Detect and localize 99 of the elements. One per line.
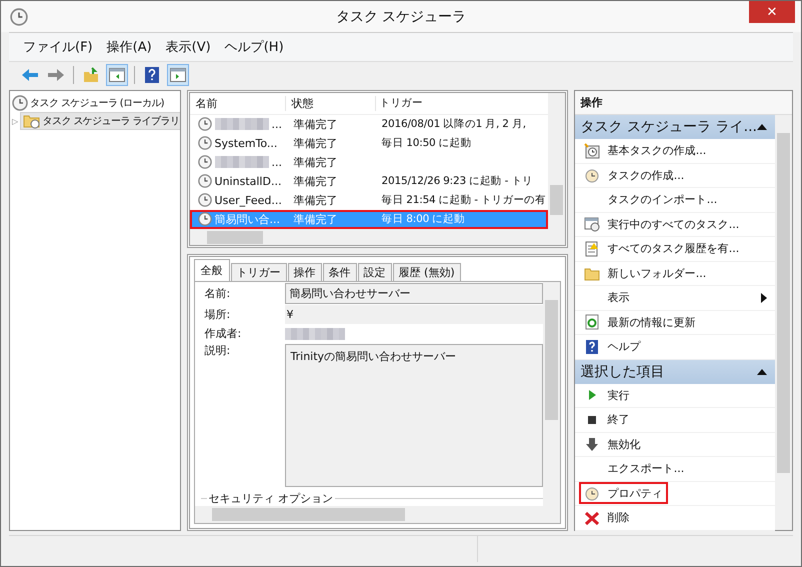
column-header[interactable]: トリガー [376, 96, 548, 110]
clock-wand-icon [584, 142, 600, 159]
name-field[interactable]: 簡易問い合わせサーバー [284, 283, 543, 304]
group-label: セキュリティ オプション [208, 491, 334, 506]
task-row[interactable]: User_Feed... 準備完了 毎日 21:54 に起動 - トリガーの有 [190, 190, 548, 210]
menu-item[interactable]: ファイル(F) [17, 36, 99, 58]
panel-icon [170, 68, 186, 82]
clock-icon [10, 8, 28, 26]
tab[interactable]: 履歴 (無効) [392, 263, 461, 281]
menu-item[interactable]: 表示(V) [160, 36, 217, 58]
clock-icon [198, 174, 212, 188]
tab[interactable]: トリガー [230, 263, 287, 281]
table-cell: 簡易問い合... [214, 212, 280, 227]
field-label: 説明: [204, 343, 232, 358]
clock-icon [198, 117, 212, 132]
back-arrow-icon [21, 68, 39, 82]
table-cell: SystemTo... [214, 136, 278, 150]
table-cell: ... [272, 156, 282, 169]
section-header[interactable]: 選択した項目 [574, 360, 775, 384]
action-item[interactable]: 新しいフォルダー... [578, 262, 712, 284]
action-item[interactable]: 最新の情報に更新 [578, 311, 701, 334]
delete-icon [584, 510, 600, 526]
collapse-icon [757, 368, 767, 374]
action-item[interactable]: 基本タスクの作成... [578, 140, 712, 162]
action-item[interactable]: 表示 [578, 286, 635, 309]
pane-title: 操作 [574, 91, 792, 115]
window-title: タスク スケジューラ [336, 8, 466, 26]
action-item[interactable]: 終了 [578, 408, 635, 431]
task-row[interactable]: SystemTo... 準備完了 毎日 10:50 に起動 [190, 134, 548, 153]
clock-icon [584, 485, 600, 502]
clock-icon [198, 193, 212, 208]
clock-icon [12, 95, 28, 111]
action-item[interactable]: 削除 [578, 506, 635, 529]
column-header[interactable]: 状態 [286, 96, 376, 111]
column-header[interactable]: 名前 [190, 96, 286, 111]
field-label: 名前: [204, 286, 232, 301]
menu-item[interactable]: ヘルプ(H) [218, 36, 290, 58]
panel-icon [109, 68, 125, 82]
folder-icon [83, 67, 99, 83]
tab[interactable]: 設定 [358, 263, 392, 281]
show-tree-button[interactable] [106, 64, 128, 86]
tab[interactable]: 操作 [288, 263, 322, 281]
horizontal-scrollbar[interactable] [194, 506, 543, 523]
action-item[interactable]: すべてのタスク履歴を有... [578, 238, 744, 260]
forward-arrow-icon [47, 68, 65, 82]
menu-item[interactable]: 操作(A) [100, 36, 158, 58]
tab[interactable]: 条件 [322, 263, 357, 281]
action-item[interactable]: 無効化 [578, 433, 646, 456]
clock-icon [584, 167, 600, 184]
help-icon [584, 338, 600, 355]
field-label: 作成者: [204, 326, 242, 341]
table-cell: UninstallD... [214, 174, 282, 188]
help-icon [145, 67, 159, 83]
vertical-scrollbar[interactable] [542, 282, 560, 523]
action-item[interactable]: 実行中のすべてのタスク... [578, 213, 744, 236]
action-item[interactable]: プロパティ [578, 482, 668, 504]
table-cell: ... [272, 118, 282, 131]
clock-icon [198, 212, 212, 226]
vertical-scrollbar[interactable] [548, 93, 565, 245]
table-cell-text: 毎日 8:00 に起動 [380, 212, 466, 226]
vertical-scrollbar[interactable] [775, 115, 792, 530]
clock-icon [198, 155, 212, 170]
task-row[interactable]: ... 準備完了 [190, 152, 548, 172]
table-cell-text: 準備完了 [292, 192, 339, 208]
action-item[interactable]: エクスポート... [578, 458, 690, 480]
close-button[interactable]: ✕ [749, 1, 795, 23]
table-cell-text: 毎日 21:54 に起動 - トリガーの有 [380, 193, 546, 208]
table-cell-text: 2015/12/26 9:23 に起動 - トリ [380, 174, 534, 188]
field-label: 場所: [204, 307, 232, 322]
tree-item[interactable]: タスク スケジューラ ライブラリ [20, 112, 180, 130]
horizontal-scrollbar[interactable] [190, 228, 548, 245]
tree-item[interactable]: タスク スケジューラ (ローカル) [30, 96, 164, 110]
task-row[interactable]: ... 準備完了 2016/08/01 以降の1 月, 2 月, [190, 114, 548, 134]
log-icon [584, 240, 600, 257]
down-arrow-icon [584, 436, 600, 452]
tab[interactable]: 全般 [194, 259, 230, 281]
refresh-icon [584, 314, 600, 330]
collapse-icon [757, 124, 767, 130]
section-header[interactable]: タスク スケジューラ ライ... [574, 115, 775, 139]
table-cell-text: 準備完了 [292, 154, 339, 170]
action-item[interactable]: 実行 [578, 384, 635, 406]
expander-icon[interactable]: ▷ [12, 116, 18, 126]
action-item[interactable]: タスクのインポート... [578, 188, 722, 211]
description-field[interactable]: Trinityの簡易問い合わせサーバー [284, 344, 543, 487]
window-clock-icon [584, 216, 600, 232]
clock-icon [198, 136, 212, 150]
table-cell-text: 2016/08/01 以降の1 月, 2 月, [380, 117, 527, 132]
table-cell: User_Feed... [214, 194, 282, 207]
action-item[interactable]: タスクの作成... [578, 164, 690, 186]
table-cell-text: 準備完了 [292, 116, 339, 132]
table-cell-text: 準備完了 [292, 174, 339, 189]
table-cell-text: 準備完了 [292, 212, 339, 227]
action-item[interactable]: ヘルプ [578, 336, 646, 358]
table-cell-text: 毎日 10:50 に起動 [380, 136, 472, 150]
table-cell-text: 準備完了 [292, 136, 339, 151]
field-value: ¥ [286, 308, 294, 321]
folder-clock-icon [22, 113, 41, 129]
show-actions-button[interactable] [167, 64, 189, 86]
task-row[interactable]: UninstallD... 準備完了 2015/12/26 9:23 に起動 - トリ [190, 172, 548, 191]
